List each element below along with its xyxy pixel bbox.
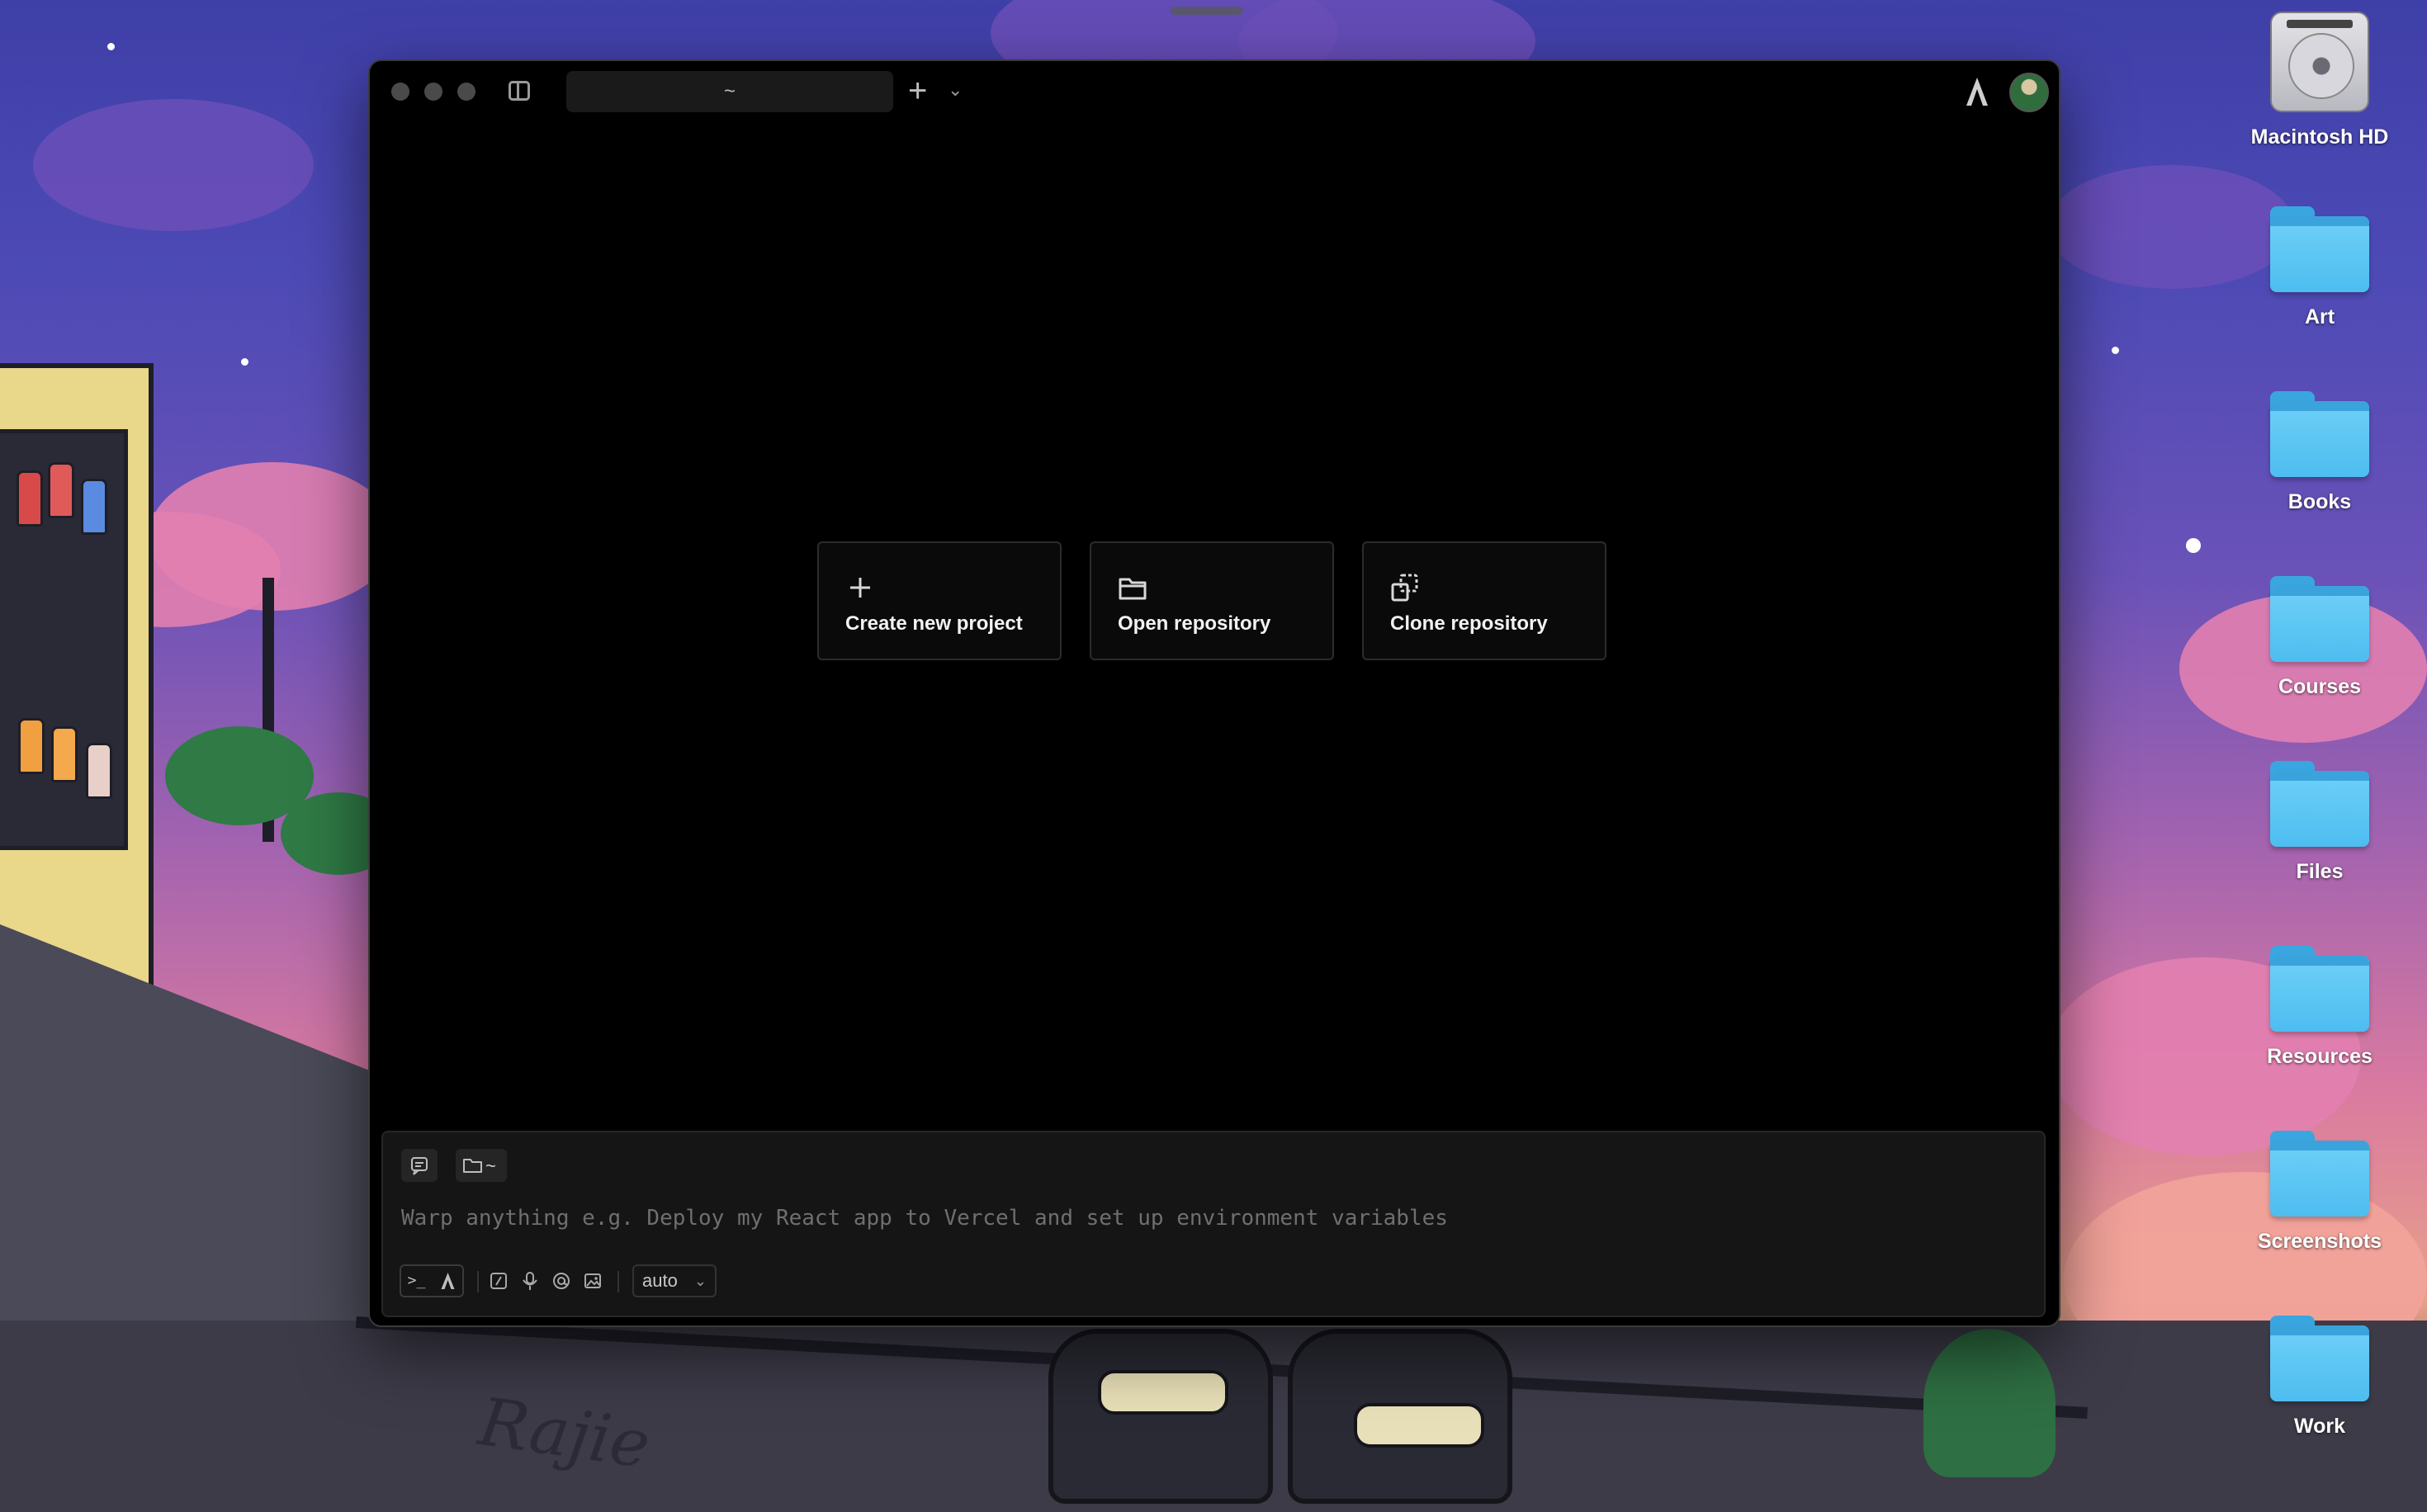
mention-icon[interactable]: [550, 1269, 573, 1292]
desktop-item-macintosh-hd[interactable]: Macintosh HD: [2229, 12, 2410, 149]
title-bar: ~ + ⌄: [370, 61, 2059, 119]
stage-grab-handle[interactable]: [1171, 7, 1243, 15]
card-label: Create new project: [845, 612, 1023, 635]
desktop-item-label: Screenshots: [2257, 1230, 2382, 1253]
chat-icon: [411, 1157, 428, 1175]
microphone-icon[interactable]: [518, 1269, 542, 1292]
minimize-window-button[interactable]: [424, 83, 442, 101]
conversation-chip[interactable]: [401, 1149, 438, 1182]
clone-icon: [1391, 574, 1418, 602]
folder-icon: [2270, 761, 2369, 847]
clone-repository-button[interactable]: Clone repository: [1362, 541, 1606, 660]
model-select-value: auto: [642, 1270, 678, 1291]
warp-logo-icon[interactable]: [1963, 76, 1991, 107]
card-label: Open repository: [1118, 612, 1271, 635]
folder-icon: [2270, 576, 2369, 662]
desktop-item-label: Courses: [2278, 675, 2362, 698]
model-select[interactable]: auto ⌄: [632, 1264, 717, 1297]
close-window-button[interactable]: [391, 83, 409, 101]
hard-drive-icon: [2270, 12, 2369, 112]
sidebar-toggle-icon[interactable]: [509, 81, 530, 101]
agent-input-panel: ~ >_ auto ⌄: [381, 1131, 2046, 1317]
desktop-item-books[interactable]: Books: [2229, 391, 2410, 514]
create-new-project-button[interactable]: Create new project: [817, 541, 1062, 660]
agent-mode-icon[interactable]: [433, 1266, 463, 1296]
card-label: Clone repository: [1390, 612, 1548, 635]
slash-command-icon[interactable]: [487, 1269, 510, 1292]
desktop-item-label: Work: [2293, 1415, 2346, 1438]
desktop-item-label: Art: [2304, 305, 2335, 328]
open-repository-button[interactable]: Open repository: [1090, 541, 1334, 660]
new-tab-button[interactable]: +: [908, 71, 927, 111]
desktop-item-screenshots[interactable]: Screenshots: [2229, 1131, 2410, 1254]
folder-icon: [2270, 206, 2369, 292]
zoom-window-button[interactable]: [457, 83, 475, 101]
desktop-item-label: Resources: [2267, 1045, 2373, 1068]
folder-icon: [2270, 1131, 2369, 1217]
directory-label: ~: [485, 1155, 496, 1176]
warp-window: ~ + ⌄ Create new project Open repository…: [368, 59, 2060, 1327]
folder-icon: [463, 1159, 482, 1173]
folder-icon: [2270, 391, 2369, 477]
plus-icon: [850, 578, 870, 598]
desktop-item-label: Macintosh HD: [2250, 125, 2389, 149]
folder-icon: [2270, 1316, 2369, 1401]
desktop-item-art[interactable]: Art: [2229, 206, 2410, 329]
desktop-item-courses[interactable]: Courses: [2229, 576, 2410, 699]
desktop-item-label: Files: [2296, 860, 2344, 883]
tab-home[interactable]: ~: [566, 71, 893, 112]
desktop-item-resources[interactable]: Resources: [2229, 946, 2410, 1069]
image-attach-icon[interactable]: [581, 1269, 604, 1292]
chevron-down-icon[interactable]: ⌄: [948, 79, 963, 101]
avatar[interactable]: [2009, 73, 2049, 112]
terminal-mode-icon[interactable]: >_: [401, 1266, 432, 1296]
desktop-item-label: Books: [2287, 490, 2352, 513]
prompt-input[interactable]: [400, 1200, 2021, 1236]
folder-icon: [2270, 946, 2369, 1032]
mode-toggle[interactable]: >_: [400, 1264, 464, 1297]
folder-icon: [1119, 578, 1147, 600]
chevron-down-icon: ⌄: [693, 1273, 707, 1289]
desktop-item-files[interactable]: Files: [2229, 761, 2410, 884]
desktop-item-work[interactable]: Work: [2229, 1316, 2410, 1439]
working-directory-chip[interactable]: ~: [456, 1149, 507, 1182]
